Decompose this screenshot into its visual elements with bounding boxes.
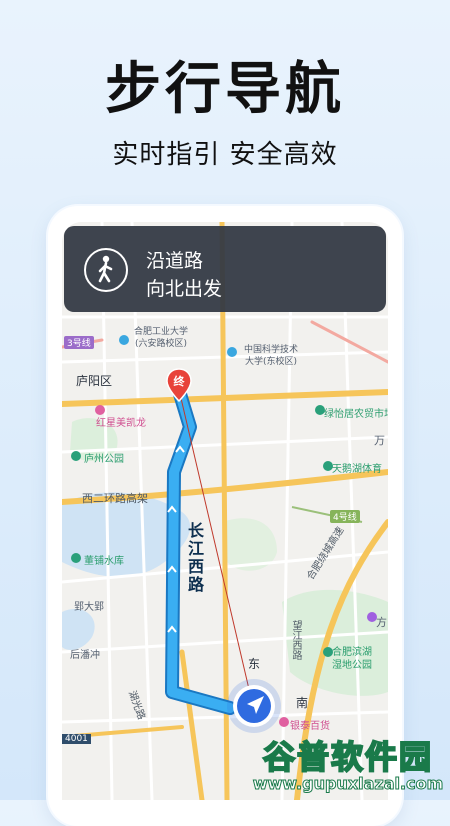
instruction-line-2: 向北出发 [146,278,223,300]
map-label-wan: 万 [374,434,385,447]
map-label-south: 南 [296,696,309,710]
map-label-west-ring: 西二环路高架 [82,492,148,505]
map-screen[interactable]: 合肥工业大学 (六安路校区) 中国科学技术 大学(东校区) 庐阳区 红星美凯龙 绿怡… [62,222,388,800]
map-label-redstar: 红星美凯龙 [96,418,146,429]
pedestrian-icon [84,248,128,292]
map-label-line4: 4号线 [330,510,360,523]
watermark-url: www.gupuxlazal.com [252,774,444,794]
site-watermark: 谷普软件园 www.gupuxlazal.com [248,732,448,798]
destination-marker[interactable]: 终 [166,368,192,403]
navigation-arrow-icon [227,679,281,733]
map-label-market: 绿怡居农贸市场 [324,409,388,420]
map-label-dongpu: 董铺水库 [84,556,124,567]
map-label-intime: 银泰百货 [290,721,330,732]
map-label-hfut: 合肥工业大学 (六安路校区) [133,327,188,349]
map-label-luzhou-park: 庐州公园 [84,454,124,465]
map-label-wangjiang-road: 望江西路 [290,620,301,660]
map-label-wetland-park: 合肥滨湖 湿地公园 [332,647,372,671]
map-label-houpanchong: 后潘冲 [70,650,100,661]
promo-headline: 步行导航 [105,57,345,122]
watermark-title: 谷普软件园 [262,737,433,777]
map-label-line3: 3号线 [64,336,94,349]
route-street-name: 长江西路 [185,522,204,594]
map-label-swan-lake: 天鹅湖体育 [332,464,382,475]
map-label-fang: 方 [376,616,387,629]
map-label-ustc: 中国科学技术 大学(东校区) [243,345,298,367]
map-label-luyang: 庐阳区 [76,374,113,388]
promo-subtitle: 实时指引 安全高效 [112,140,338,170]
instruction-line-1: 沿道路 [146,250,204,272]
destination-marker-text: 终 [174,374,186,388]
map-label-east: 东 [248,657,261,671]
map-label-yingdaying: 郢大郢 [74,602,104,613]
navigation-instruction-banner: 沿道路 向北出发 [64,226,386,312]
map-label-4001: 4001 [62,734,91,744]
destination-pin-icon: 终 [166,368,192,403]
current-location-arrow[interactable] [226,678,282,734]
